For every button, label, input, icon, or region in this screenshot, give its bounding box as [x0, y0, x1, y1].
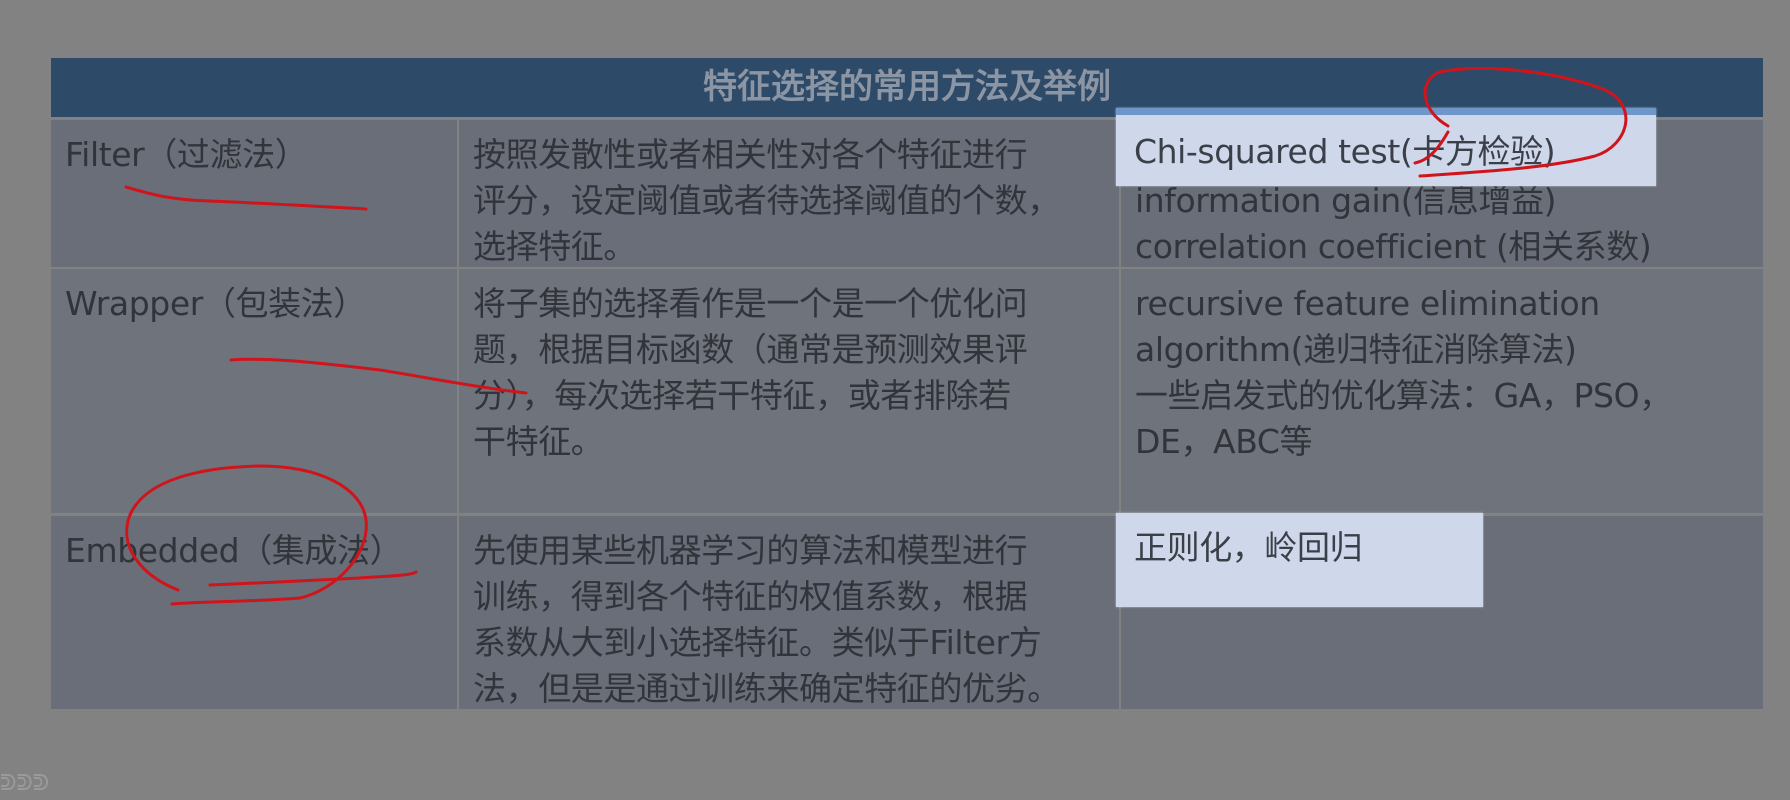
method-name: Wrapper（包装法） — [65, 284, 366, 323]
slide: 特征选择的常用方法及举例 Filter（过滤法） 按照发散性或者相关性对各个特征… — [0, 0, 1790, 800]
description-line: 训练，得到各个特征的权值系数，根据 — [473, 577, 1028, 616]
example-line: correlation coefficient (相关系数) — [1135, 227, 1652, 266]
description-line: 先使用某些机器学习的算法和模型进行 — [473, 531, 1028, 570]
description-line: 法，但是是通过训练来确定特征的优劣。 — [473, 669, 1060, 708]
table-row-wrapper: Wrapper（包装法） 将子集的选择看作是一个是一个优化问 题，根据目标函数（… — [51, 269, 1763, 513]
description-cell: 将子集的选择看作是一个是一个优化问 题，根据目标函数（通常是预测效果评 分），每… — [459, 269, 1119, 513]
example-line: 一些启发式的优化算法：GA，PSO， — [1135, 376, 1672, 415]
description-line: 按照发散性或者相关性对各个特征进行 — [473, 135, 1028, 174]
description-line: 评分，设定阈值或者待选择阈值的个数， — [473, 181, 1060, 220]
method-cell: Wrapper（包装法） — [51, 269, 457, 513]
description-line: 题，根据目标函数（通常是预测效果评 — [473, 330, 1028, 369]
method-cell: Filter（过滤法） — [51, 120, 457, 267]
example-line: algorithm(递归特征消除算法) — [1135, 330, 1577, 369]
example-line: DE，ABC等 — [1135, 422, 1313, 461]
description-line: 干特征。 — [473, 422, 604, 461]
example-line-highlighted: 正则化，岭回归 — [1134, 528, 1363, 567]
description-line: 选择特征。 — [473, 227, 637, 266]
example-line-highlighted: Chi-squared test(卡方检验) — [1134, 132, 1556, 171]
example-line: recursive feature elimination — [1135, 284, 1600, 323]
description-line: 将子集的选择看作是一个是一个优化问 — [473, 284, 1028, 323]
examples-cell: recursive feature elimination algorithm(… — [1121, 269, 1763, 513]
description-line: 分），每次选择若干特征，或者排除若 — [473, 376, 1011, 415]
description-cell: 按照发散性或者相关性对各个特征进行 评分，设定阈值或者待选择阈值的个数， 选择特… — [459, 120, 1119, 267]
table-row-embedded: Embedded（集成法） 先使用某些机器学习的算法和模型进行 训练，得到各个特… — [51, 516, 1763, 709]
corner-marks: ᕲᕲᕲ — [0, 771, 50, 796]
description-cell: 先使用某些机器学习的算法和模型进行 训练，得到各个特征的权值系数，根据 系数从大… — [459, 516, 1119, 709]
method-cell: Embedded（集成法） — [51, 516, 457, 709]
method-name: Embedded（集成法） — [65, 531, 403, 570]
method-name: Filter（过滤法） — [65, 135, 308, 174]
description-line: 系数从大到小选择特征。类似于Filter方 — [473, 623, 1042, 662]
